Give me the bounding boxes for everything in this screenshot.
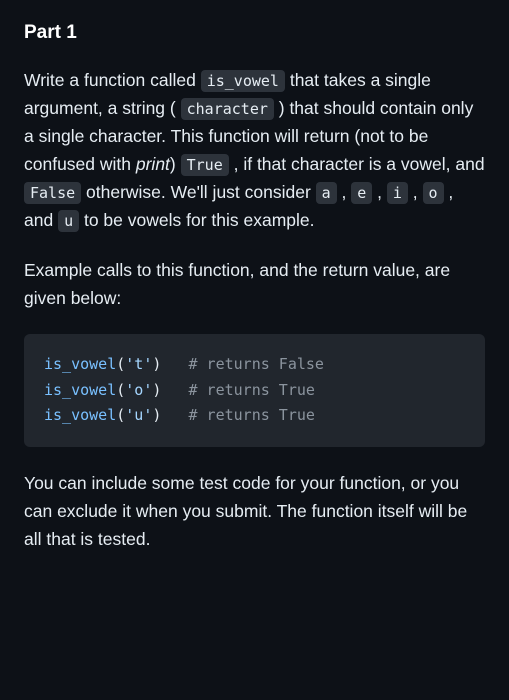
text: , if that character is a vowel, and bbox=[229, 154, 485, 174]
code-comment: # returns True bbox=[189, 406, 315, 424]
code-comment: # returns False bbox=[189, 355, 324, 373]
code-line-3: is_vowel('u') # returns True bbox=[44, 403, 465, 429]
code-string: 't' bbox=[125, 355, 152, 373]
code-line-2: is_vowel('o') # returns True bbox=[44, 378, 465, 404]
code-inline-a: a bbox=[316, 182, 337, 204]
code-inline-false: False bbox=[24, 182, 81, 204]
code-block: is_vowel('t') # returns False is_vowel('… bbox=[24, 334, 485, 447]
code-paren: ( bbox=[116, 406, 125, 424]
paragraph-3: You can include some test code for your … bbox=[24, 469, 485, 553]
code-inline-e: e bbox=[351, 182, 372, 204]
code-inline-character: character bbox=[181, 98, 274, 120]
text: otherwise. We'll just consider bbox=[81, 182, 316, 202]
code-inline-o: o bbox=[423, 182, 444, 204]
text: to be vowels for this example. bbox=[79, 210, 314, 230]
code-paren: ( bbox=[116, 355, 125, 373]
text: , bbox=[372, 182, 387, 202]
code-paren: ( bbox=[116, 381, 125, 399]
code-pad bbox=[161, 381, 188, 399]
code-string: 'o' bbox=[125, 381, 152, 399]
document-container: Part 1 Write a function called is_vowel … bbox=[24, 22, 485, 553]
code-pad bbox=[161, 406, 188, 424]
code-inline-true: True bbox=[181, 154, 229, 176]
paragraph-2: Example calls to this function, and the … bbox=[24, 256, 485, 312]
code-inline-i: i bbox=[387, 182, 408, 204]
text: , bbox=[408, 182, 423, 202]
text: ) bbox=[170, 154, 181, 174]
code-line-1: is_vowel('t') # returns False bbox=[44, 352, 465, 378]
code-fn: is_vowel bbox=[44, 381, 116, 399]
paragraph-1: Write a function called is_vowel that ta… bbox=[24, 66, 485, 234]
code-inline-u: u bbox=[58, 210, 79, 232]
code-pad bbox=[161, 355, 188, 373]
code-string: 'u' bbox=[125, 406, 152, 424]
section-heading: Part 1 bbox=[24, 22, 485, 44]
text: Write a function called bbox=[24, 70, 201, 90]
code-fn: is_vowel bbox=[44, 406, 116, 424]
code-fn: is_vowel bbox=[44, 355, 116, 373]
code-inline-is-vowel: is_vowel bbox=[201, 70, 285, 92]
emphasis-print: print bbox=[136, 154, 170, 174]
code-comment: # returns True bbox=[189, 381, 315, 399]
text: , bbox=[337, 182, 352, 202]
